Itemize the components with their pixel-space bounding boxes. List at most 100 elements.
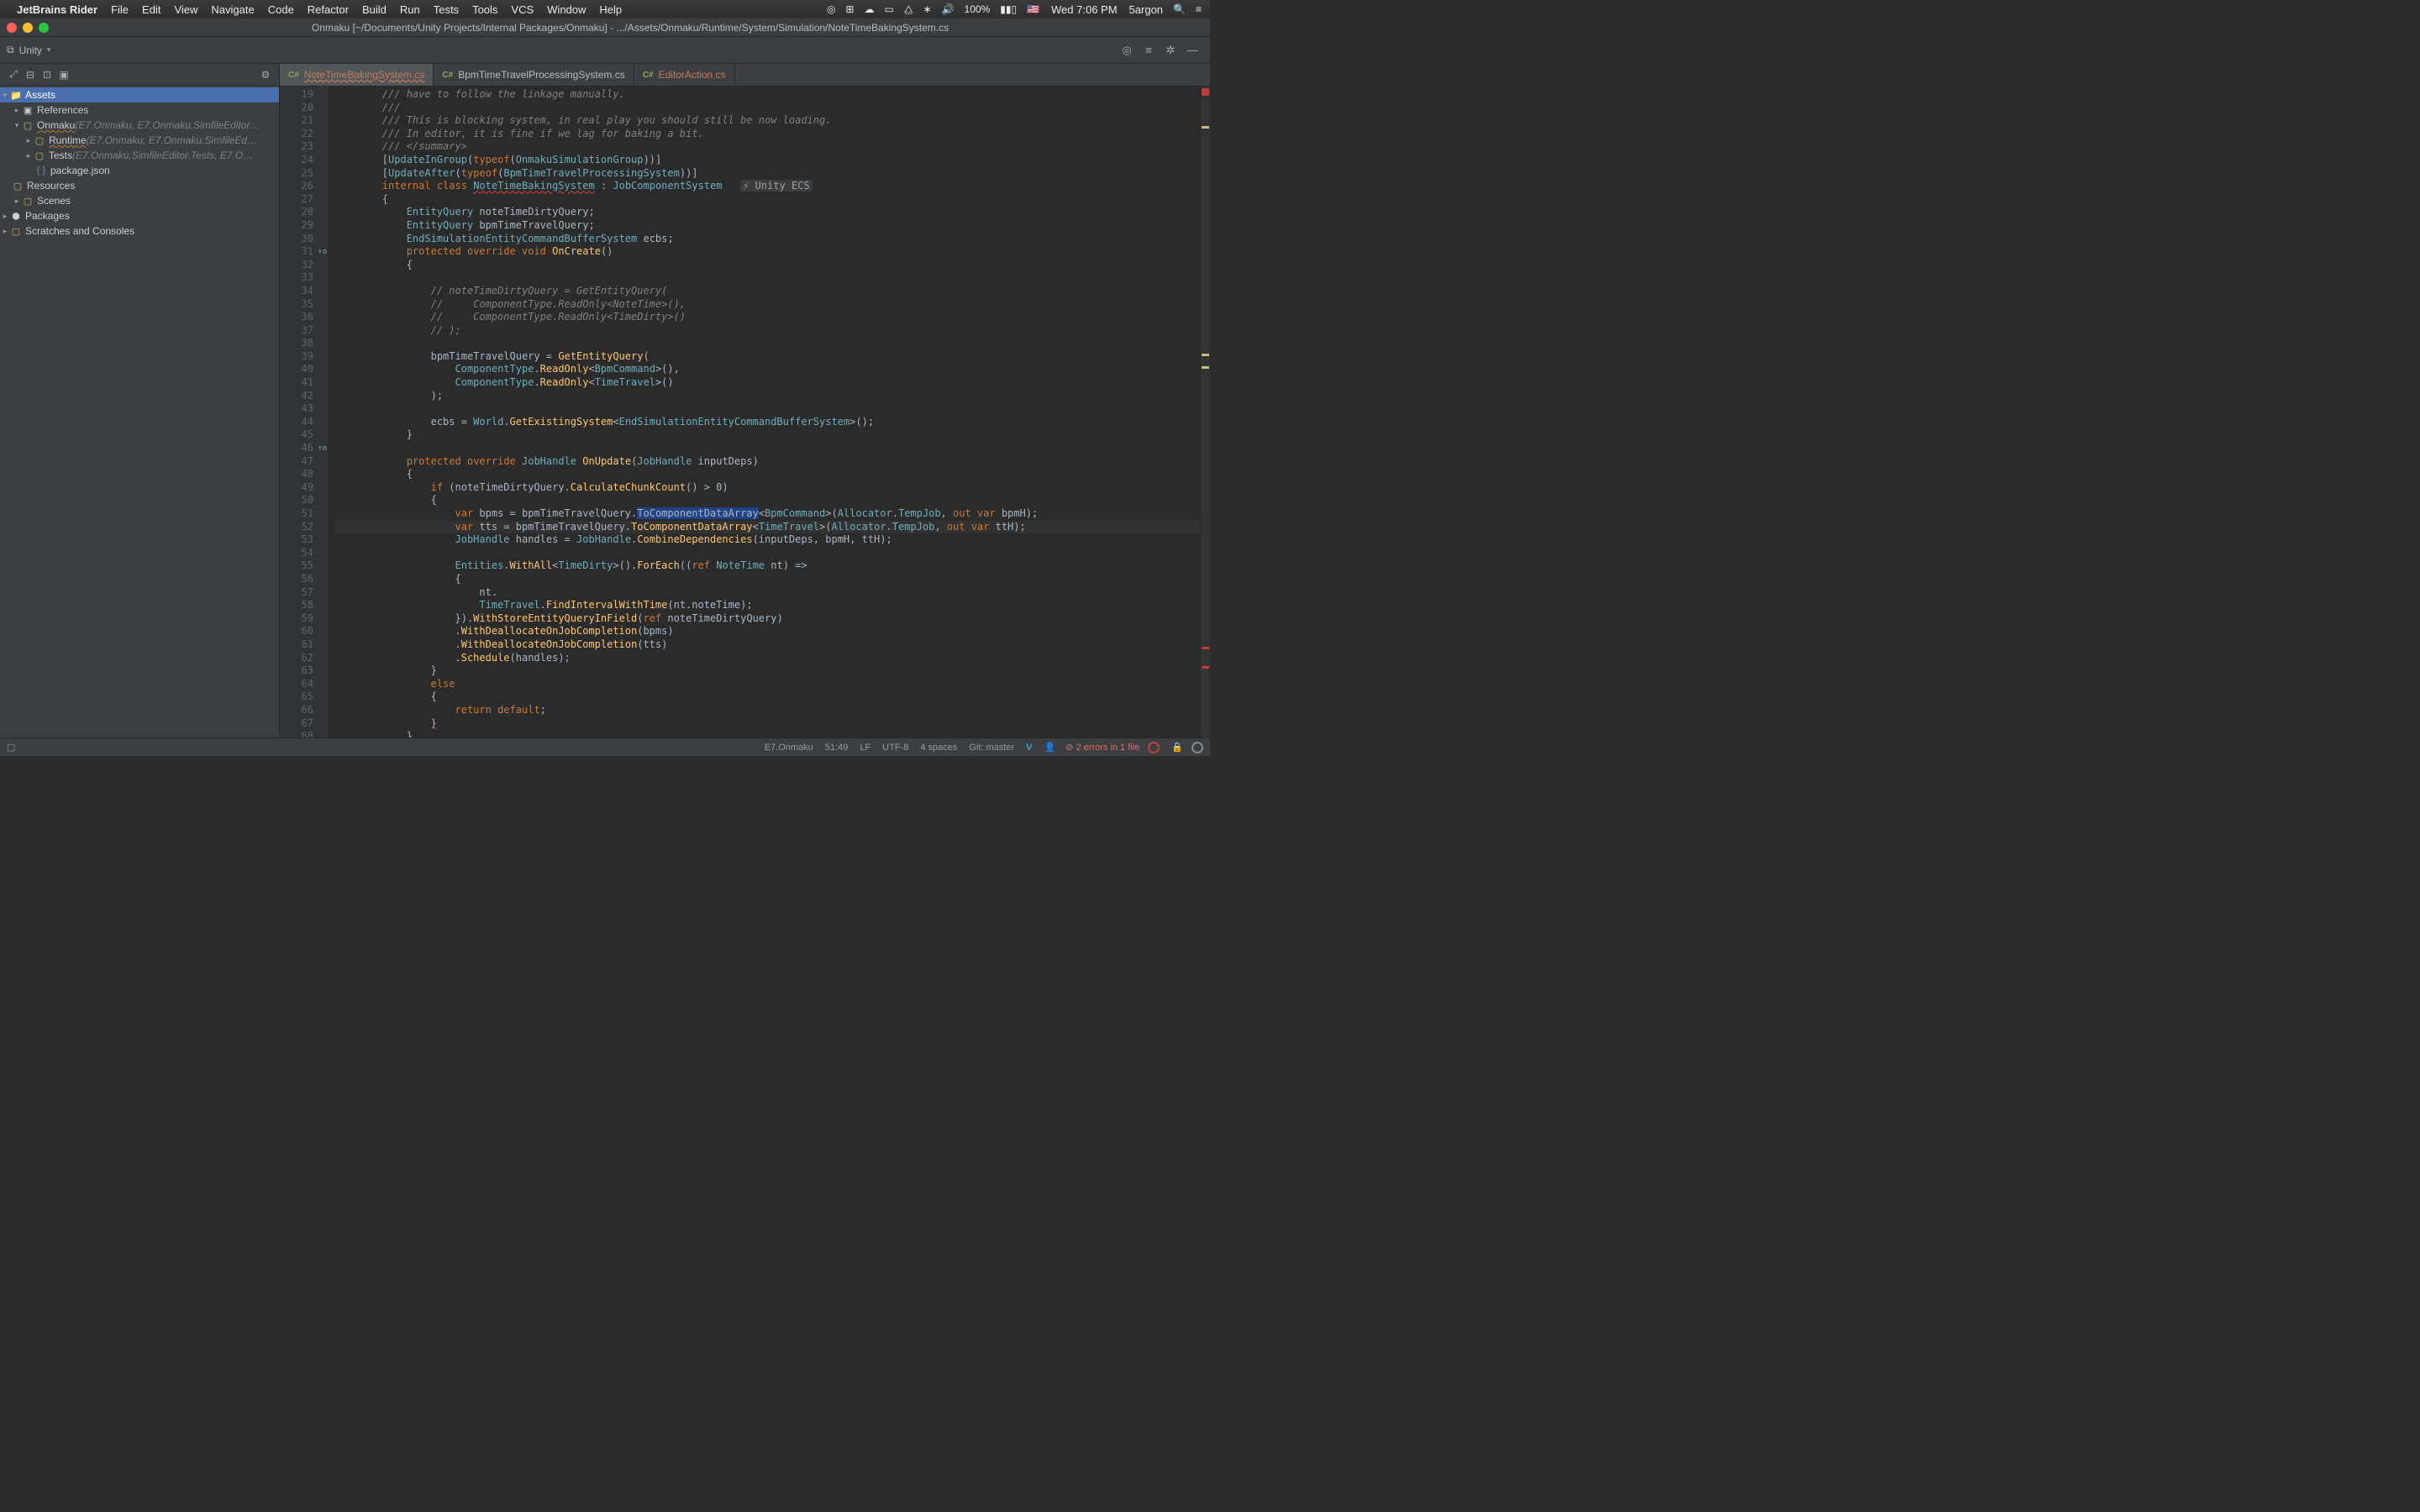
tree-package-json[interactable]: { } package.json: [0, 163, 279, 178]
menu-run[interactable]: Run: [400, 3, 420, 16]
tree-label: Assets: [25, 89, 55, 101]
status-lock-icon[interactable]: 🔒: [1171, 742, 1183, 753]
tab-label: EditorAction.cs: [659, 69, 726, 81]
menu-build[interactable]: Build: [362, 3, 387, 16]
cloud-icon[interactable]: ☁: [864, 3, 874, 15]
solution-icon: ⧉: [7, 44, 14, 56]
maximize-button[interactable]: [39, 23, 49, 33]
window-titlebar: Onmaku [~/Documents/Unity Projects/Inter…: [0, 18, 1210, 37]
collapse-all-icon[interactable]: ⊟: [22, 69, 39, 81]
editor-area: C# NoteTimeBakingSystem.cs C# BpmTimeTra…: [280, 64, 1210, 738]
tab-label: BpmTimeTravelProcessingSystem.cs: [458, 69, 625, 81]
references-icon: ▣: [22, 105, 34, 116]
collapse-icon[interactable]: —: [1183, 41, 1202, 60]
spotlight-icon[interactable]: 🔍: [1173, 3, 1186, 15]
menu-view[interactable]: View: [174, 3, 197, 16]
error-indicator-icon[interactable]: [1202, 88, 1209, 96]
status-eol[interactable]: LF: [860, 743, 871, 753]
tab-label: NoteTimeBakingSystem.cs: [304, 69, 425, 81]
status-caret-pos[interactable]: 51:49: [825, 743, 849, 753]
flag-icon[interactable]: 🇺🇸: [1027, 3, 1039, 15]
tab-note-time-baking[interactable]: C# NoteTimeBakingSystem.cs: [280, 64, 434, 86]
menu-vcs[interactable]: VCS: [511, 3, 534, 16]
editor-body[interactable]: 19202122232425262728293031↑o323334353637…: [280, 87, 1210, 738]
status-git[interactable]: Git: master: [969, 743, 1014, 753]
error-stripe[interactable]: [1200, 87, 1210, 738]
sync-icon[interactable]: ⊡: [39, 69, 55, 81]
dropbox-icon[interactable]: ⊞: [845, 3, 854, 15]
line-number-gutter: 19202122232425262728293031↑o323334353637…: [280, 87, 329, 738]
expand-icon[interactable]: ⤢: [5, 68, 22, 81]
status-v-icon[interactable]: V: [1026, 743, 1032, 753]
minimize-button[interactable]: [23, 23, 33, 33]
lang-badge: C#: [643, 71, 654, 80]
tree-label: Packages: [25, 210, 70, 222]
tab-bpm-time-travel[interactable]: C# BpmTimeTravelProcessingSystem.cs: [434, 64, 634, 86]
folder-icon: ▢: [12, 181, 24, 192]
clock[interactable]: Wed 7:06 PM: [1051, 3, 1118, 16]
folder-icon: 📁: [10, 90, 22, 101]
tree-runtime[interactable]: ▸ ▢ Runtime (E7.Onmaku, E7.Onmaku.Simfil…: [0, 133, 279, 148]
lang-badge: C#: [288, 71, 299, 80]
folder-icon: ▢: [22, 196, 34, 207]
menu-navigate[interactable]: Navigate: [211, 3, 254, 16]
tree-scenes[interactable]: ▸ ▢ Scenes: [0, 193, 279, 208]
gear-icon[interactable]: ⚙: [257, 69, 274, 81]
sort-icon[interactable]: ≡: [1139, 41, 1158, 60]
battery-icon[interactable]: ▮▮▯: [1000, 3, 1017, 15]
wifi-icon[interactable]: ⧋: [904, 3, 913, 16]
menu-edit[interactable]: Edit: [142, 3, 160, 16]
menu-tests[interactable]: Tests: [434, 3, 459, 16]
tab-editor-action[interactable]: C# EditorAction.cs: [634, 64, 735, 86]
battery-label[interactable]: 100%: [965, 3, 991, 15]
app-name[interactable]: JetBrains Rider: [17, 3, 97, 16]
code-area[interactable]: /// have to follow the linkage manually.…: [329, 87, 1200, 738]
tree-label: package.json: [50, 165, 110, 176]
menu-extras-icon[interactable]: ≡: [1196, 3, 1202, 15]
tree-scratches[interactable]: ▸ ▢ Scratches and Consoles: [0, 223, 279, 239]
tree-label: Onmaku: [37, 119, 75, 131]
status-inspect-icon[interactable]: 👤: [1044, 742, 1056, 753]
status-errors[interactable]: ⊘ 2 errors in 1 file: [1065, 742, 1139, 753]
menu-code[interactable]: Code: [268, 3, 294, 16]
status-context[interactable]: E7.Onmaku: [765, 743, 813, 753]
status-dot-2[interactable]: [1192, 742, 1203, 753]
tree-label: Scratches and Consoles: [25, 225, 134, 237]
solution-crumb[interactable]: ⧉ Unity ▾: [7, 44, 50, 56]
window-title: Onmaku [~/Documents/Unity Projects/Inter…: [57, 22, 1203, 34]
target-icon[interactable]: ◎: [1118, 41, 1136, 60]
tree-references[interactable]: ▸ ▣ References: [0, 102, 279, 118]
solution-tree: ▾ 📁 Assets ▸ ▣ References ▾ ▢ Onmaku (E7…: [0, 86, 279, 240]
close-button[interactable]: [7, 23, 17, 33]
settings-icon[interactable]: ✲: [1161, 41, 1180, 60]
chevron-down-icon: ▾: [47, 45, 51, 55]
tree-assets[interactable]: ▾ 📁 Assets: [0, 87, 279, 102]
menu-tools[interactable]: Tools: [472, 3, 497, 16]
menu-file[interactable]: File: [111, 3, 129, 16]
bluetooth-icon[interactable]: ∗: [923, 3, 932, 15]
volume-icon[interactable]: 🔊: [942, 3, 955, 15]
tree-onmaku[interactable]: ▾ ▢ Onmaku (E7.Onmaku, E7.Onmaku.Simfile…: [0, 118, 279, 133]
tree-label: References: [37, 104, 88, 116]
status-indent[interactable]: 4 spaces: [920, 743, 957, 753]
menu-help[interactable]: Help: [599, 3, 622, 16]
tree-tests[interactable]: ▸ ▢ Tests (E7.Onmaku.SimfileEditor.Tests…: [0, 148, 279, 163]
folder-icon: ▢: [22, 120, 34, 131]
tree-packages[interactable]: ▸ ⬢ Packages: [0, 208, 279, 223]
display-icon[interactable]: ▭: [884, 3, 893, 15]
macos-menubar: JetBrains Rider File Edit View Navigate …: [0, 0, 1210, 18]
package-icon: ⬢: [10, 211, 22, 222]
tree-resources[interactable]: ▢ Resources: [0, 178, 279, 193]
editor-tabs: C# NoteTimeBakingSystem.cs C# BpmTimeTra…: [280, 64, 1210, 87]
status-icon-1[interactable]: ◎: [827, 3, 835, 15]
scratches-icon: ▢: [10, 226, 22, 237]
status-dot-1[interactable]: [1148, 742, 1160, 753]
user-label[interactable]: 5argon: [1129, 3, 1163, 16]
menu-refactor[interactable]: Refactor: [308, 3, 349, 16]
show-all-icon[interactable]: ▣: [55, 69, 72, 81]
status-encoding[interactable]: UTF-8: [882, 743, 908, 753]
tool-window-toggle-icon[interactable]: ▢: [7, 742, 15, 753]
tree-label: Resources: [27, 180, 75, 192]
sidebar-toolbar: ⤢ ⊟ ⊡ ▣ ⚙: [0, 64, 279, 86]
menu-window[interactable]: Window: [547, 3, 586, 16]
